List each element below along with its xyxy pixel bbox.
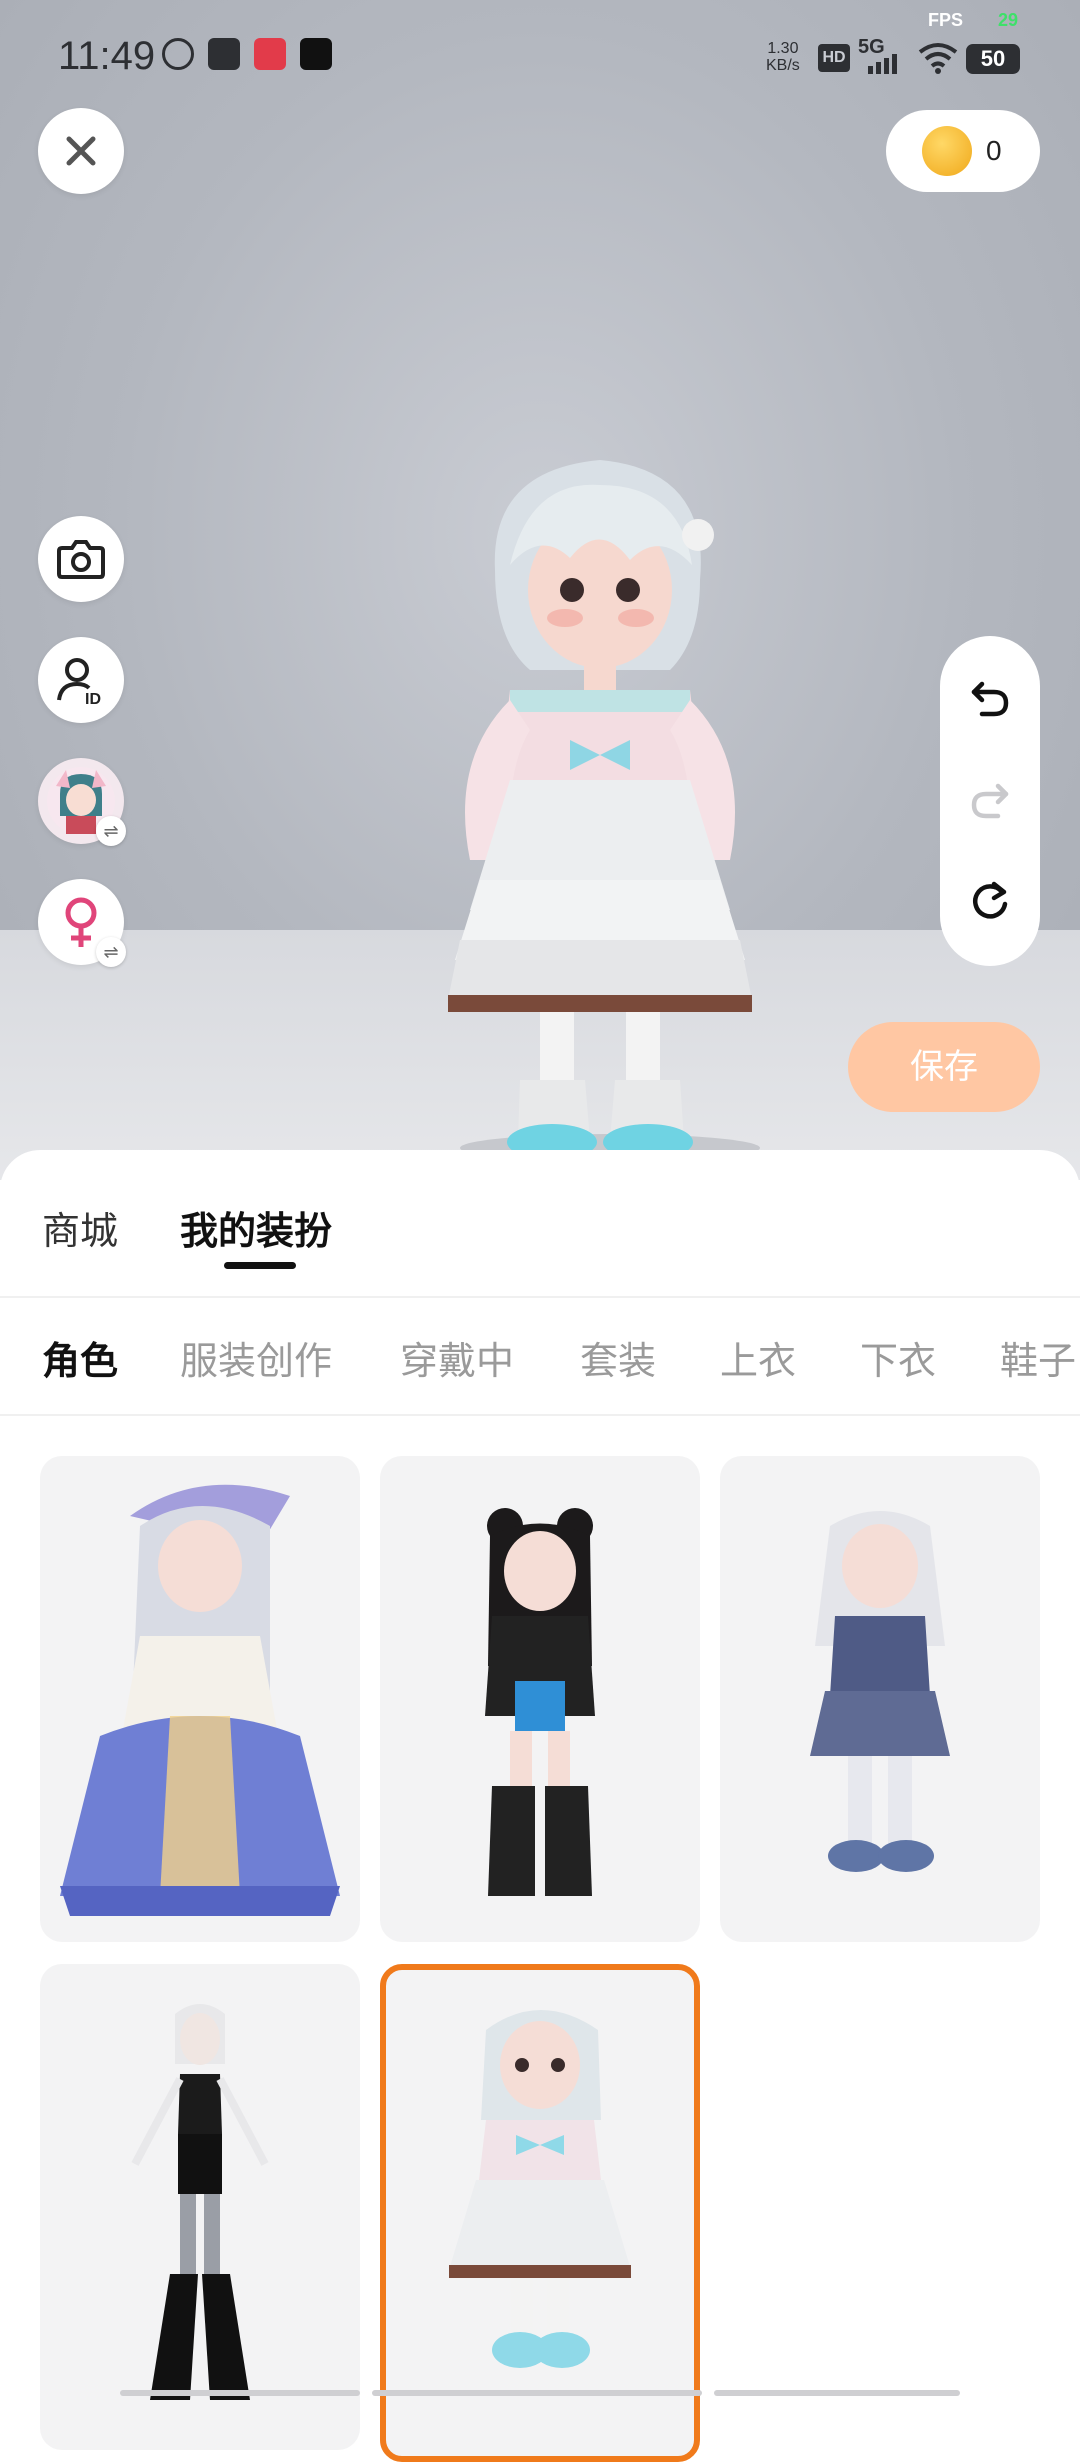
- category-shoes[interactable]: 鞋子: [1000, 1330, 1076, 1385]
- network-speed: 1.30 KB/s: [766, 40, 800, 74]
- character-card[interactable]: [40, 1456, 360, 1942]
- history-controls: [940, 636, 1040, 966]
- scroll-indicator: [120, 2390, 360, 2396]
- character-card-selected[interactable]: [380, 1964, 700, 2462]
- avatar-preview-stage[interactable]: 11:49 FPS 29 1.30 KB/s HD 5G 50 0 ID ⇌ ⇌…: [0, 0, 1080, 1180]
- app-icon-1: [162, 38, 194, 70]
- redo-icon[interactable]: [968, 778, 1012, 822]
- character-thumbnail: [131, 2004, 269, 2400]
- coin-icon: [922, 126, 972, 176]
- user-id-icon: ID: [57, 658, 101, 706]
- character-thumbnail: [485, 1508, 595, 1896]
- network-speed-value: 1.30: [767, 40, 799, 57]
- hd-badge: HD: [818, 44, 850, 72]
- category-characters[interactable]: 角色: [42, 1330, 118, 1385]
- female-icon: [65, 897, 97, 947]
- swap-icon: ⇌: [96, 937, 126, 967]
- fps-value: 29: [998, 10, 1019, 30]
- tabs-divider: [0, 1296, 1080, 1298]
- battery-level: 50: [966, 44, 1020, 74]
- active-tab-indicator: [224, 1262, 296, 1269]
- character-card[interactable]: [380, 1456, 700, 1942]
- app-icon-4: [300, 38, 332, 70]
- avatar-id-button[interactable]: ID: [38, 637, 124, 723]
- svg-text:ID: ID: [85, 691, 101, 706]
- category-outfit-creation[interactable]: 服装创作: [180, 1330, 332, 1385]
- category-wearing[interactable]: 穿戴中: [400, 1330, 514, 1385]
- coin-balance[interactable]: 0: [886, 110, 1040, 192]
- fps-label: FPS: [928, 10, 964, 30]
- camera-icon: [57, 540, 105, 579]
- category-sets[interactable]: 套装: [580, 1330, 656, 1385]
- camera-button[interactable]: [38, 516, 124, 602]
- undo-icon[interactable]: [968, 676, 1012, 720]
- switch-character-button[interactable]: ⇌: [38, 758, 126, 846]
- avatar-model[interactable]: [400, 440, 800, 1160]
- coin-count: 0: [986, 135, 1002, 166]
- character-thumbnail: [449, 2010, 631, 2368]
- categories-divider: [0, 1414, 1080, 1416]
- character-thumbnail: [810, 1511, 950, 1872]
- swap-icon: ⇌: [96, 816, 126, 846]
- switch-gender-button[interactable]: ⇌: [38, 879, 126, 967]
- network-speed-unit: KB/s: [766, 57, 800, 74]
- save-button[interactable]: 保存: [848, 1022, 1040, 1112]
- character-card[interactable]: [40, 1964, 360, 2450]
- app-icon-3: [254, 38, 286, 70]
- character-thumbnail: [60, 1484, 340, 1916]
- close-icon: [66, 136, 96, 166]
- scroll-indicator: [372, 2390, 702, 2396]
- signal-icon: [868, 54, 897, 74]
- wifi-icon: [918, 43, 958, 74]
- reset-icon[interactable]: [968, 878, 1012, 922]
- status-time: 11:49: [58, 34, 156, 78]
- tab-shop[interactable]: 商城: [42, 1200, 118, 1255]
- tab-my-outfits[interactable]: 我的装扮: [180, 1200, 332, 1255]
- category-bottoms[interactable]: 下衣: [860, 1330, 936, 1385]
- character-card[interactable]: [720, 1456, 1040, 1942]
- scroll-indicator: [714, 2390, 960, 2396]
- close-button[interactable]: [38, 108, 124, 194]
- app-icon-2: [208, 38, 240, 70]
- category-tops[interactable]: 上衣: [720, 1330, 796, 1385]
- status-bar: 11:49 FPS 29 1.30 KB/s HD 5G 50: [0, 0, 1080, 110]
